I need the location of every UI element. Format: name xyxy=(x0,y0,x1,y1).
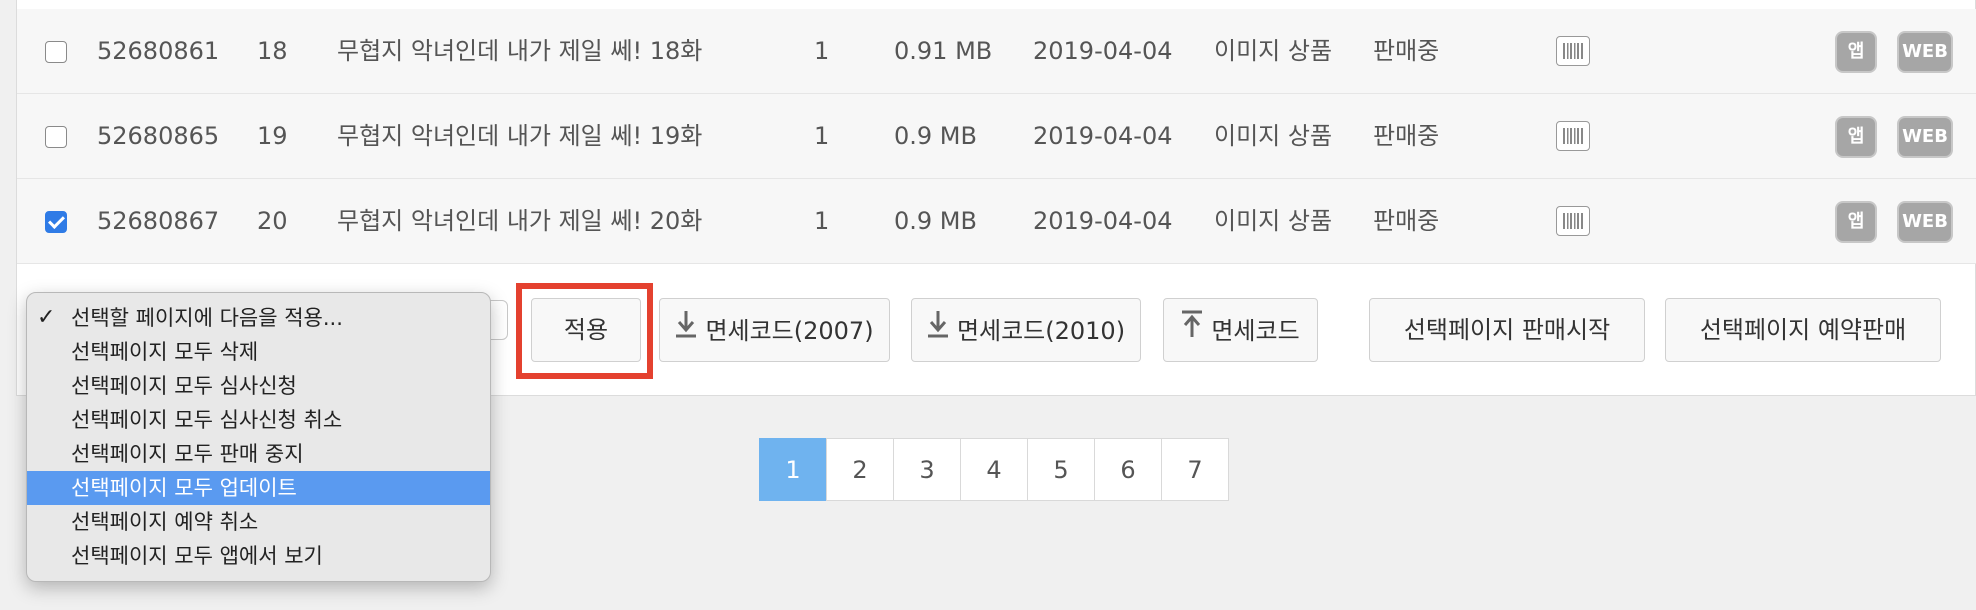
item-count: 1 xyxy=(814,207,830,235)
episode-number: 20 xyxy=(257,207,288,235)
dropdown-option[interactable]: 선택페이지 예약 취소 xyxy=(27,505,490,539)
file-size: 0.9 MB xyxy=(894,122,977,150)
page-link[interactable]: 5 xyxy=(1027,438,1095,501)
table-row[interactable]: 52680867 20 무협지 악녀인데 내가 제일 쎄! 20화 1 0.9 … xyxy=(17,179,1976,264)
sale-status: 판매중 xyxy=(1373,207,1440,235)
download-tax-code-2010-button[interactable]: 면세코드(2010) xyxy=(911,298,1141,362)
episode-number: 18 xyxy=(257,37,288,65)
app-view-button[interactable]: 앱 xyxy=(1837,203,1875,241)
barcode-icon[interactable] xyxy=(1556,36,1590,66)
item-count: 1 xyxy=(814,122,830,150)
download-tax-code-2007-button[interactable]: 면세코드(2007) xyxy=(659,298,890,362)
product-title: 무협지 악녀인데 내가 제일 쎄! 20화 xyxy=(337,207,703,235)
file-size: 0.91 MB xyxy=(894,37,993,65)
dropdown-option[interactable]: 선택페이지 모두 심사신청 xyxy=(27,369,490,403)
product-id: 52680861 xyxy=(97,37,220,65)
sale-status: 판매중 xyxy=(1373,37,1440,65)
registered-date: 2019-04-04 xyxy=(1033,37,1173,65)
table-row[interactable]: 52680865 19 무협지 악녀인데 내가 제일 쎄! 19화 1 0.9 … xyxy=(17,94,1976,179)
app-view-button[interactable]: 앱 xyxy=(1837,33,1875,71)
upload-tax-code-button[interactable]: 면세코드 xyxy=(1163,298,1318,362)
registered-date: 2019-04-04 xyxy=(1033,207,1173,235)
product-id: 52680867 xyxy=(97,207,220,235)
product-type: 이미지 상품 xyxy=(1214,122,1333,150)
row-checkbox[interactable] xyxy=(45,41,67,63)
web-view-button[interactable]: WEB xyxy=(1899,203,1951,241)
upload-icon xyxy=(1181,300,1203,362)
dropdown-option[interactable]: 선택페이지 모두 판매 중지 xyxy=(27,437,490,471)
product-title: 무협지 악녀인데 내가 제일 쎄! 18화 xyxy=(337,37,703,65)
dropdown-option-highlighted[interactable]: 선택페이지 모두 업데이트 xyxy=(27,471,490,505)
sale-status: 판매중 xyxy=(1373,122,1440,150)
product-type: 이미지 상품 xyxy=(1214,37,1333,65)
checkmark-icon: ✓ xyxy=(37,305,56,330)
download-tax-code-2010-label: 면세코드(2010) xyxy=(956,317,1126,345)
product-title: 무협지 악녀인데 내가 제일 쎄! 19화 xyxy=(337,122,703,150)
page-link[interactable]: 7 xyxy=(1161,438,1229,501)
page-link[interactable]: 3 xyxy=(893,438,961,501)
web-view-button[interactable]: WEB xyxy=(1899,33,1951,71)
download-icon xyxy=(927,300,949,362)
row-checkbox[interactable] xyxy=(45,126,67,148)
product-id: 52680865 xyxy=(97,122,220,150)
row-checkbox-checked[interactable] xyxy=(45,211,67,233)
page-link[interactable]: 6 xyxy=(1094,438,1162,501)
start-sale-selected-button[interactable]: 선택페이지 판매시작 xyxy=(1369,298,1645,362)
table-row[interactable]: 52680861 18 무협지 악녀인데 내가 제일 쎄! 18화 1 0.91… xyxy=(17,9,1976,94)
apply-button-highlight xyxy=(516,283,653,379)
barcode-icon[interactable] xyxy=(1556,121,1590,151)
registered-date: 2019-04-04 xyxy=(1033,122,1173,150)
app-view-button[interactable]: 앱 xyxy=(1837,118,1875,156)
dropdown-option[interactable]: 선택페이지 모두 심사신청 취소 xyxy=(27,403,490,437)
product-type: 이미지 상품 xyxy=(1214,207,1333,235)
page-link[interactable]: 4 xyxy=(960,438,1028,501)
dropdown-option[interactable]: 선택페이지 모두 삭제 xyxy=(27,335,490,369)
episode-number: 19 xyxy=(257,122,288,150)
item-count: 1 xyxy=(814,37,830,65)
file-size: 0.9 MB xyxy=(894,207,977,235)
page-link[interactable]: 2 xyxy=(826,438,894,501)
dropdown-option[interactable]: ✓ 선택할 페이지에 다음을 적용... xyxy=(27,301,490,335)
dropdown-option[interactable]: 선택페이지 모두 앱에서 보기 xyxy=(27,539,490,573)
download-icon xyxy=(675,300,697,362)
upload-tax-code-label: 면세코드 xyxy=(1211,317,1300,345)
barcode-icon[interactable] xyxy=(1556,206,1590,236)
page-link-active[interactable]: 1 xyxy=(759,438,827,501)
reserve-sale-selected-button[interactable]: 선택페이지 예약판매 xyxy=(1665,298,1941,362)
bulk-action-dropdown-menu[interactable]: ✓ 선택할 페이지에 다음을 적용... 선택페이지 모두 삭제 선택페이지 모두… xyxy=(26,292,491,582)
download-tax-code-2007-label: 면세코드(2007) xyxy=(705,317,874,345)
web-view-button[interactable]: WEB xyxy=(1899,118,1951,156)
